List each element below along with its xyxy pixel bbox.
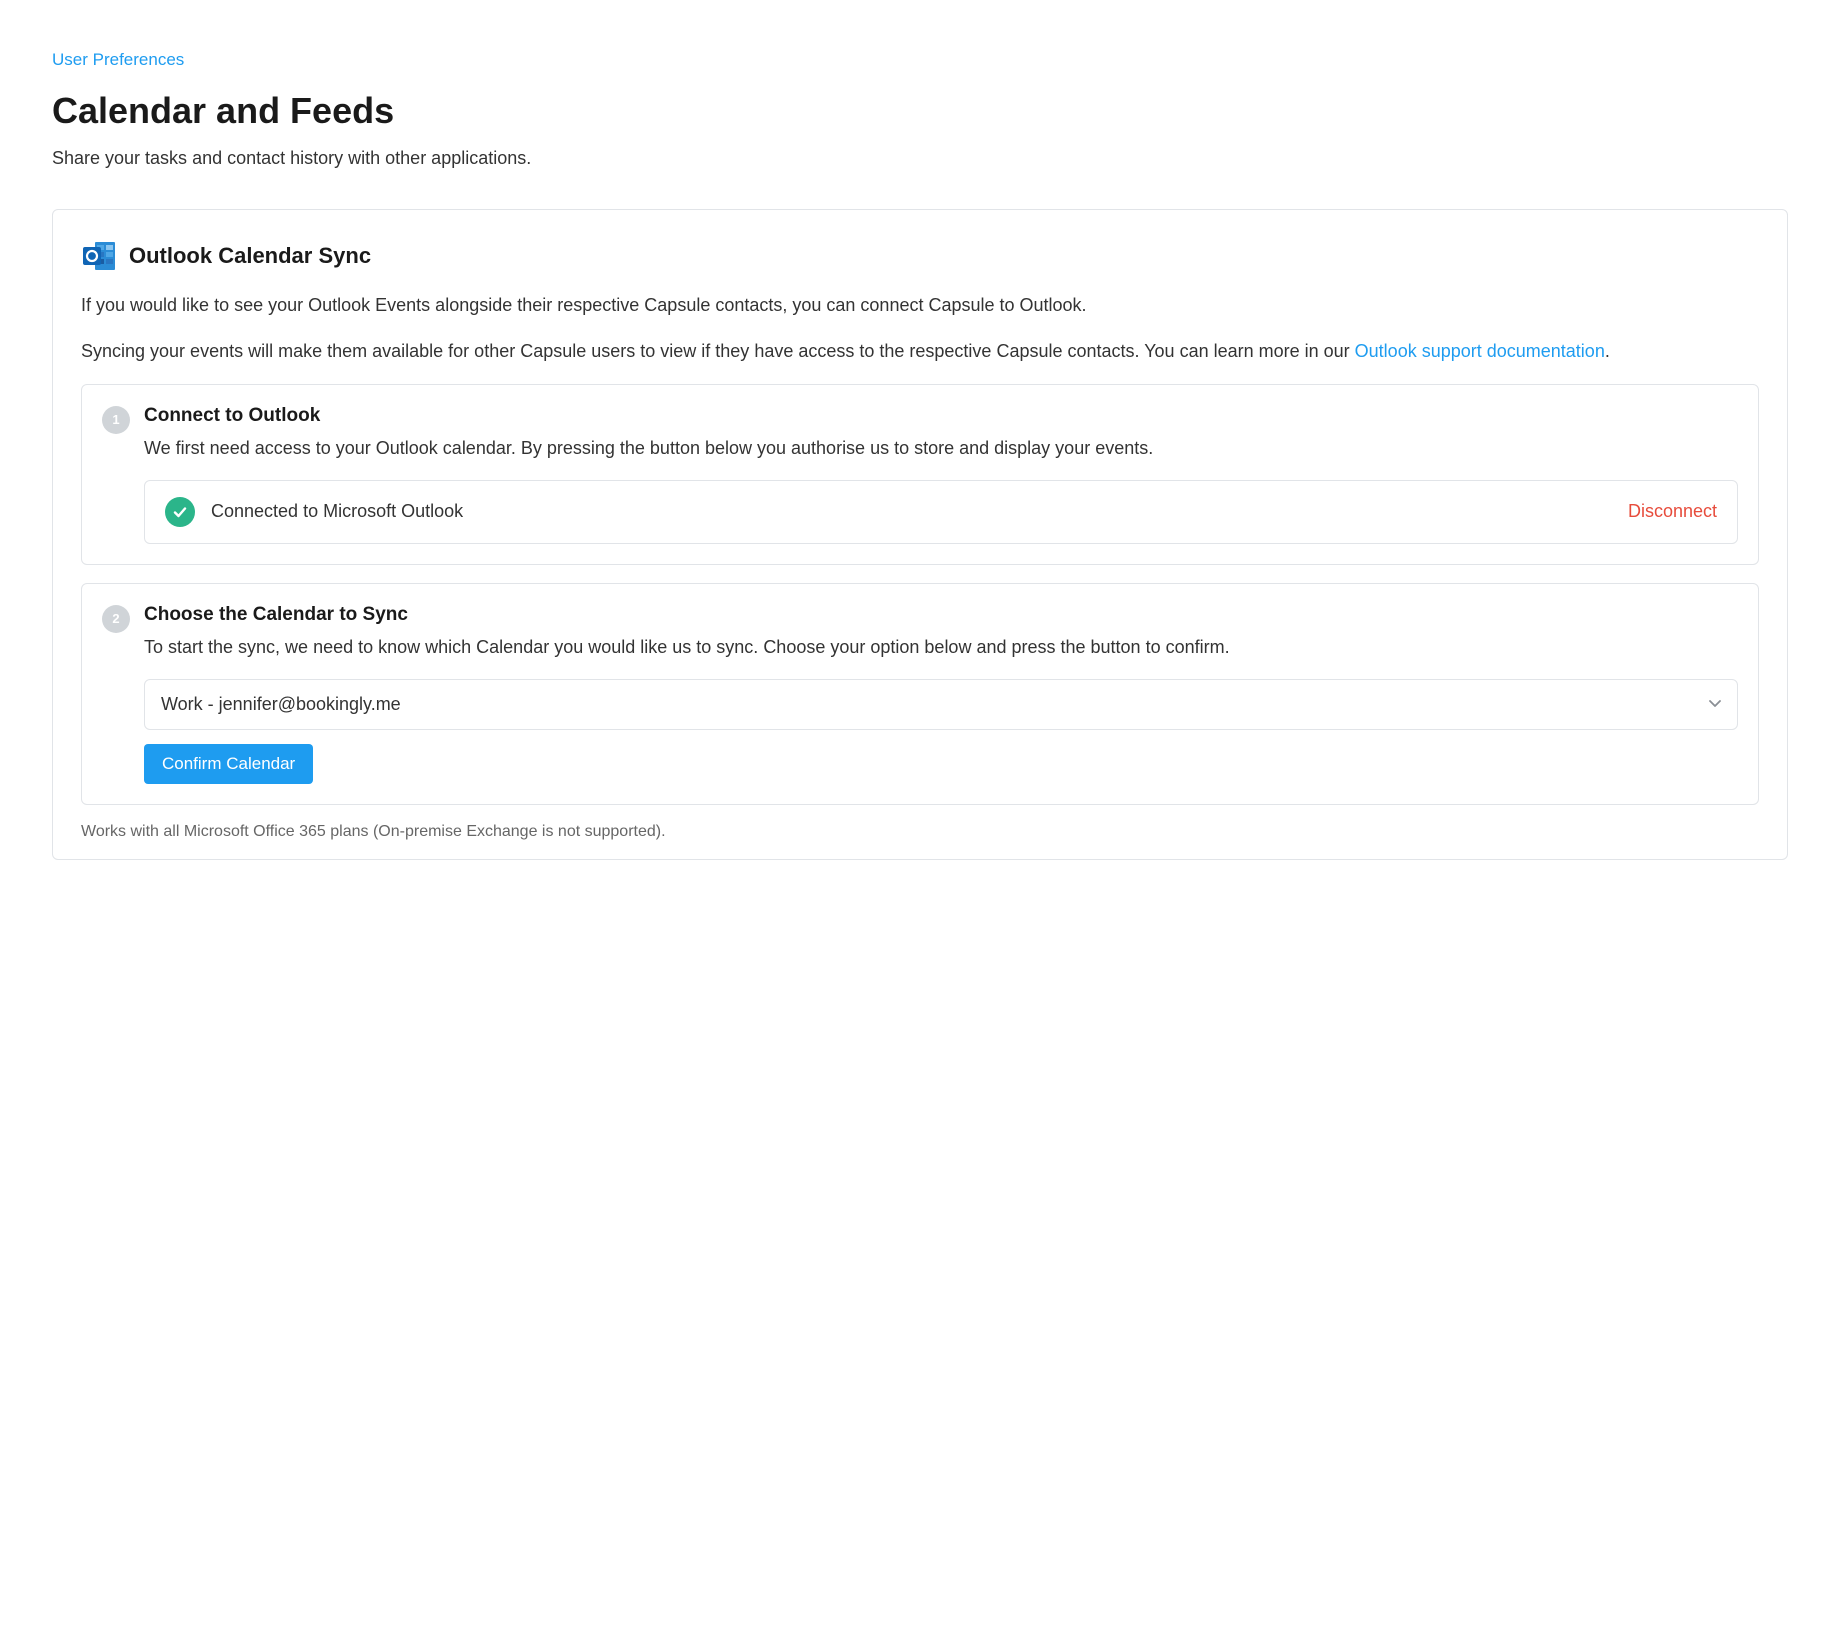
footer-note: Works with all Microsoft Office 365 plan… [81,823,1759,841]
connection-status-text: Connected to Microsoft Outlook [211,501,1612,522]
confirm-calendar-button[interactable]: Confirm Calendar [144,744,313,784]
breadcrumb-link[interactable]: User Preferences [52,50,184,69]
step-1-body: Connect to Outlook We first need access … [144,405,1738,544]
step-choose-calendar: 2 Choose the Calendar to Sync To start t… [81,583,1759,805]
chevron-down-icon [1709,700,1721,708]
card-desc-2-suffix: . [1605,341,1610,361]
outlook-icon [81,238,117,274]
step-badge-1: 1 [102,406,130,434]
step-1-title: Connect to Outlook [144,405,1738,427]
page-subtitle: Share your tasks and contact history wit… [52,148,1788,169]
outlook-support-docs-link[interactable]: Outlook support documentation [1355,341,1605,361]
card-desc-2: Syncing your events will make them avail… [81,338,1759,366]
calendar-select[interactable]: Work - jennifer@bookingly.me [144,679,1738,730]
step-connect-outlook: 1 Connect to Outlook We first need acces… [81,384,1759,565]
connection-status-box: Connected to Microsoft Outlook Disconnec… [144,480,1738,544]
page-title: Calendar and Feeds [52,90,1788,132]
step-2-title: Choose the Calendar to Sync [144,604,1738,626]
calendar-select-value: Work - jennifer@bookingly.me [161,694,401,714]
check-icon [165,497,195,527]
card-header: Outlook Calendar Sync [81,238,1759,274]
card-desc-1: If you would like to see your Outlook Ev… [81,292,1759,320]
step-2-body: Choose the Calendar to Sync To start the… [144,604,1738,784]
step-1-desc: We first need access to your Outlook cal… [144,435,1738,462]
card-desc-2-prefix: Syncing your events will make them avail… [81,341,1355,361]
step-badge-2: 2 [102,605,130,633]
disconnect-button[interactable]: Disconnect [1628,501,1717,522]
card-title: Outlook Calendar Sync [129,243,371,269]
outlook-sync-card: Outlook Calendar Sync If you would like … [52,209,1788,860]
step-2-desc: To start the sync, we need to know which… [144,634,1738,661]
